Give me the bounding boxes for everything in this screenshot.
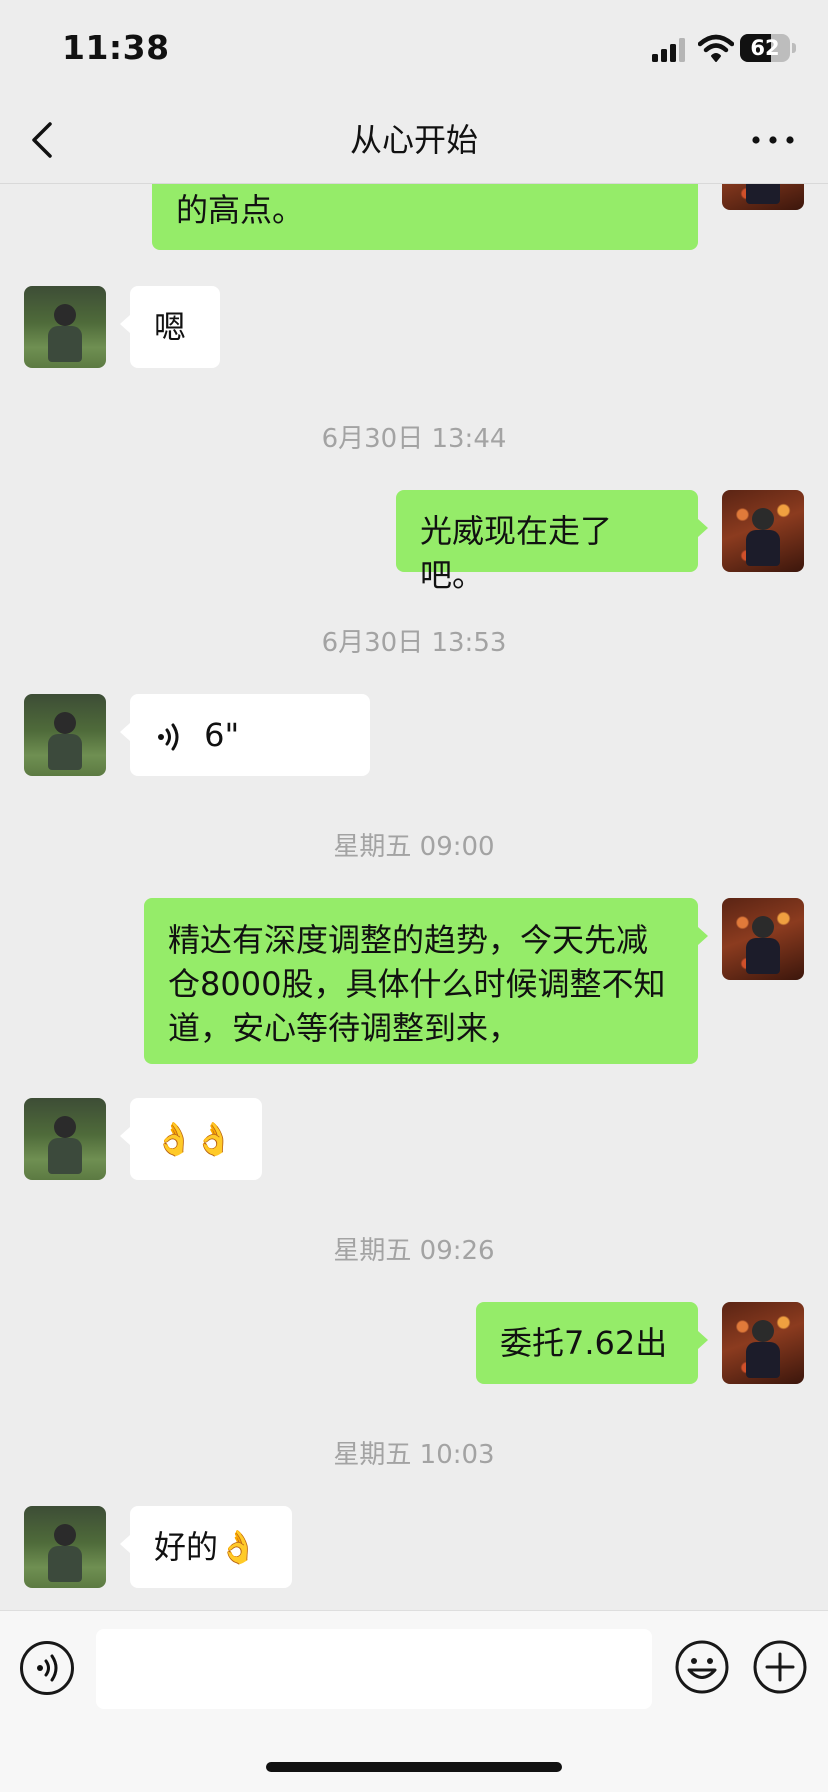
chat-title: 从心开始 <box>349 121 478 159</box>
contact-avatar[interactable] <box>24 286 106 368</box>
nav-bar: 从心开始 <box>0 96 828 184</box>
message-text: 光威现在走了吧。 <box>420 512 613 594</box>
status-time: 11:38 <box>62 28 170 67</box>
contact-avatar[interactable] <box>24 694 106 776</box>
message-text: 精达有深度调整的趋势，今天先减仓8000股，具体什么时候调整不知道，安心等待调整… <box>168 921 666 1047</box>
wifi-icon <box>698 34 734 62</box>
back-icon[interactable] <box>26 118 62 162</box>
battery-icon: 62 <box>740 34 796 62</box>
voice-message-bubble[interactable]: 6" <box>120 694 370 776</box>
my-avatar[interactable] <box>722 898 804 980</box>
message-bubble-incoming[interactable]: 👌👌 <box>120 1098 262 1180</box>
message-bubble-incoming[interactable]: 好的👌 <box>120 1506 292 1588</box>
voice-icon <box>158 723 179 751</box>
message-bubble-outgoing[interactable]: 委托7.62出 <box>476 1302 708 1384</box>
chat-screen: 的高点。 嗯 6月30日 13:44 光威现在走了吧。 6月30日 13:53 <box>0 0 828 1792</box>
message-bubble-outgoing[interactable]: 光威现在走了吧。 <box>396 490 708 594</box>
my-avatar[interactable] <box>722 490 804 572</box>
message-bubble-outgoing[interactable]: 精达有深度调整的趋势，今天先减仓8000股，具体什么时候调整不知道，安心等待调整… <box>144 898 708 1064</box>
signal-icon <box>652 38 688 62</box>
timestamp: 6月30日 13:53 <box>321 628 507 658</box>
timestamp: 星期五 10:03 <box>333 1440 495 1470</box>
home-indicator[interactable] <box>266 1762 562 1772</box>
timestamp: 6月30日 13:44 <box>321 424 507 454</box>
message-text: 好的👌 <box>154 1528 258 1566</box>
message-text: 的高点。 <box>176 191 305 229</box>
status-bar: 11:38 62 <box>0 0 828 96</box>
battery-percentage: 62 <box>750 36 780 60</box>
contact-avatar[interactable] <box>24 1098 106 1180</box>
more-icon[interactable] <box>748 118 798 162</box>
message-bubble-incoming[interactable]: 嗯 <box>120 286 220 368</box>
emoji-icon[interactable] <box>674 1639 730 1695</box>
timestamp: 星期五 09:00 <box>333 832 495 862</box>
plus-icon[interactable] <box>752 1639 808 1695</box>
voice-duration: 6" <box>204 716 240 754</box>
timestamp: 星期五 09:26 <box>333 1236 495 1266</box>
my-avatar[interactable] <box>722 1302 804 1384</box>
contact-avatar[interactable] <box>24 1506 106 1588</box>
message-text: 委托7.62出 <box>500 1324 668 1362</box>
voice-input-button[interactable] <box>20 1641 74 1695</box>
message-text: 👌👌 <box>154 1120 234 1158</box>
message-list[interactable]: 的高点。 嗯 6月30日 13:44 光威现在走了吧。 6月30日 13:53 <box>0 0 828 1610</box>
message-text: 嗯 <box>154 308 187 346</box>
message-input[interactable] <box>96 1629 652 1709</box>
voice-icon <box>37 1654 58 1682</box>
